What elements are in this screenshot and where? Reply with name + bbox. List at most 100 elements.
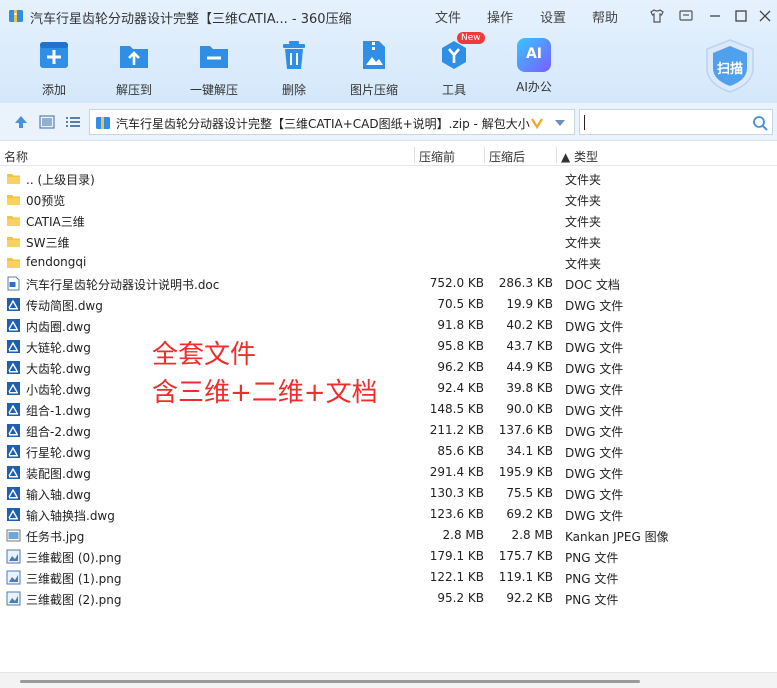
menu-settings[interactable]: 设置 xyxy=(540,7,566,26)
column-name[interactable]: 名称 xyxy=(4,148,28,165)
archive-icon xyxy=(96,117,110,129)
file-name: 组合-1.dwg xyxy=(26,404,91,418)
file-row[interactable]: 行星轮.dwg 85.6 KB 34.1 KB DWG 文件 xyxy=(0,441,777,462)
file-row[interactable]: 装配图.dwg 291.4 KB 195.9 KB DWG 文件 xyxy=(0,462,777,483)
file-row[interactable]: 三维截图 (2).png 95.2 KB 92.2 KB PNG 文件 xyxy=(0,588,777,609)
delete-icon xyxy=(283,41,305,69)
feedback-button[interactable] xyxy=(676,6,696,26)
path-text: 汽车行星齿轮分动器设计完整【三维CATIA+CAD图纸+说明】.zip - 解包… xyxy=(116,117,530,131)
dwg-file-icon xyxy=(6,486,21,501)
column-divider[interactable] xyxy=(556,147,557,163)
file-row[interactable]: 输入轴换挡.dwg 123.6 KB 69.2 KB DWG 文件 xyxy=(0,504,777,525)
file-size-after: 43.7 KB xyxy=(506,339,553,353)
menu-operate[interactable]: 操作 xyxy=(487,7,513,26)
search-icon[interactable] xyxy=(752,115,768,131)
folder-file-icon xyxy=(6,255,21,270)
path-field[interactable]: 汽车行星齿轮分动器设计完整【三维CATIA+CAD图纸+说明】.zip - 解包… xyxy=(89,109,575,135)
file-row[interactable]: .. (上级目录) 文件夹 xyxy=(0,168,777,189)
collapse-icon[interactable] xyxy=(530,116,544,130)
file-name: 小齿轮.dwg xyxy=(26,383,91,397)
file-size-after: 39.8 KB xyxy=(506,381,553,395)
one-click-extract-button[interactable]: 一键解压 xyxy=(179,38,249,98)
file-name: 组合-2.dwg xyxy=(26,425,91,439)
file-row[interactable]: 输入轴.dwg 130.3 KB 75.5 KB DWG 文件 xyxy=(0,483,777,504)
file-row[interactable]: SW三维 文件夹 xyxy=(0,231,777,252)
file-name: 大齿轮.dwg xyxy=(26,362,91,376)
extract-to-label: 解压到 xyxy=(115,83,152,97)
file-size-after: 286.3 KB xyxy=(498,276,553,290)
file-size-before: 130.3 KB xyxy=(429,486,484,500)
file-row[interactable]: 组合-2.dwg 211.2 KB 137.6 KB DWG 文件 xyxy=(0,420,777,441)
file-type: DWG 文件 xyxy=(565,488,624,502)
file-row[interactable]: CATIA三维 文件夹 xyxy=(0,210,777,231)
file-name: 行星轮.dwg xyxy=(26,446,91,460)
skin-button[interactable] xyxy=(647,6,667,26)
minimize-icon xyxy=(710,15,720,17)
thumbnail-view-icon[interactable] xyxy=(38,114,56,130)
file-size-before: 95.2 KB xyxy=(437,591,484,605)
column-divider[interactable] xyxy=(484,147,485,163)
dwg-file-icon xyxy=(6,507,21,522)
file-row[interactable]: 组合-1.dwg 148.5 KB 90.0 KB DWG 文件 xyxy=(0,399,777,420)
extract-to-button[interactable]: 解压到 xyxy=(99,38,169,98)
file-name: 三维截图 (1).png xyxy=(26,572,122,586)
file-type: PNG 文件 xyxy=(565,593,619,607)
file-row[interactable]: 三维截图 (0).png 179.1 KB 175.7 KB PNG 文件 xyxy=(0,546,777,567)
delete-button[interactable]: 删除 xyxy=(259,38,329,98)
chevron-down-icon[interactable] xyxy=(554,119,566,127)
search-input[interactable] xyxy=(579,109,773,135)
menu-help[interactable]: 帮助 xyxy=(592,7,618,26)
app-logo-icon xyxy=(9,10,23,22)
file-row[interactable]: 任务书.jpg 2.8 MB 2.8 MB Kankan JPEG 图像 xyxy=(0,525,777,546)
ai-office-button[interactable]: AI AI办公 xyxy=(499,38,569,95)
scan-button[interactable]: 扫描 xyxy=(703,38,757,94)
add-button[interactable]: 添加 xyxy=(19,38,89,98)
file-size-after: 34.1 KB xyxy=(506,444,553,458)
file-row[interactable]: 大链轮.dwg 95.8 KB 43.7 KB DWG 文件 xyxy=(0,336,777,357)
maximize-button[interactable] xyxy=(731,6,751,26)
horizontal-scrollbar[interactable] xyxy=(0,672,777,688)
column-divider[interactable] xyxy=(414,147,415,163)
file-row[interactable]: 汽车行星齿轮分动器设计说明书.doc 752.0 KB 286.3 KB DOC 文档 xyxy=(0,273,777,294)
file-row[interactable]: 大齿轮.dwg 96.2 KB 44.9 KB DWG 文件 xyxy=(0,357,777,378)
file-size-after: 195.9 KB xyxy=(498,465,553,479)
file-row[interactable]: 00预览 文件夹 xyxy=(0,189,777,210)
file-name: 装配图.dwg xyxy=(26,467,91,481)
file-name: 输入轴换挡.dwg xyxy=(26,509,115,523)
file-row[interactable]: 内齿圈.dwg 91.8 KB 40.2 KB DWG 文件 xyxy=(0,315,777,336)
extract-to-icon xyxy=(120,46,148,68)
column-packed[interactable]: 压缩前 xyxy=(419,148,455,165)
file-size-after: 2.8 MB xyxy=(511,528,553,542)
window-title: 汽车行星齿轮分动器设计完整【三维CATIA... - 360压缩 xyxy=(30,12,352,27)
up-arrow-icon[interactable] xyxy=(12,114,30,130)
file-type: DWG 文件 xyxy=(565,425,624,439)
file-name: 内齿圈.dwg xyxy=(26,320,91,334)
dwg-file-icon xyxy=(6,423,21,438)
file-type: Kankan JPEG 图像 xyxy=(565,530,669,544)
delete-label: 删除 xyxy=(281,83,306,97)
menu-file[interactable]: 文件 xyxy=(435,7,461,26)
file-name: SW三维 xyxy=(26,236,70,250)
file-size-before: 211.2 KB xyxy=(429,423,484,437)
file-size-before: 92.4 KB xyxy=(437,381,484,395)
file-type: DOC 文档 xyxy=(565,278,620,292)
file-size-before: 148.5 KB xyxy=(429,402,484,416)
file-row[interactable]: 小齿轮.dwg 92.4 KB 39.8 KB DWG 文件 xyxy=(0,378,777,399)
dwg-file-icon xyxy=(6,318,21,333)
column-type[interactable]: ▲ 类型 xyxy=(561,148,598,165)
scrollbar-thumb[interactable] xyxy=(20,680,640,683)
image-compress-button[interactable]: 图片压缩 xyxy=(339,38,409,98)
file-size-before: 752.0 KB xyxy=(429,276,484,290)
list-view-icon[interactable] xyxy=(64,114,82,130)
text-caret xyxy=(584,115,585,130)
minimize-button[interactable] xyxy=(705,6,725,26)
tools-button[interactable]: New 工具 xyxy=(419,32,489,98)
close-button[interactable] xyxy=(755,6,775,26)
file-row[interactable]: 三维截图 (1).png 122.1 KB 119.1 KB PNG 文件 xyxy=(0,567,777,588)
png-file-icon xyxy=(6,591,21,606)
image-compress-icon xyxy=(363,41,385,69)
file-size-after: 90.0 KB xyxy=(506,402,553,416)
file-row[interactable]: fendongqi 文件夹 xyxy=(0,252,777,273)
file-row[interactable]: 传动简图.dwg 70.5 KB 19.9 KB DWG 文件 xyxy=(0,294,777,315)
column-compressed[interactable]: 压缩后 xyxy=(489,148,525,165)
